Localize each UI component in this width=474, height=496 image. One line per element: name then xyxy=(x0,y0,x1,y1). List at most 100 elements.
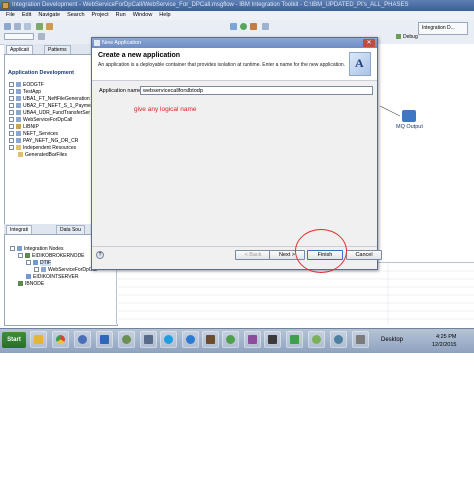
menu-navigate[interactable]: Navigate xyxy=(38,12,60,18)
tree-item[interactable]: UBA1_FT_NeftFileGeneration xyxy=(9,96,90,102)
tree-item[interactable]: EIDIKOBROKERNODE xyxy=(18,253,85,259)
tree-item[interactable]: PAY_NEFT_NG_DR_CR xyxy=(9,138,78,144)
tree-item[interactable]: EODGTF xyxy=(9,82,44,88)
app-icon xyxy=(16,117,21,123)
mq-output-node[interactable] xyxy=(402,110,416,122)
help-icon[interactable]: ? xyxy=(96,251,104,259)
mail-icon xyxy=(100,335,109,344)
expand-icon[interactable] xyxy=(9,96,14,102)
tree-item[interactable]: Integration Nodes xyxy=(10,246,63,252)
application-name-label: Application name xyxy=(99,88,142,94)
expand-icon[interactable] xyxy=(9,124,14,130)
toolbar-combo[interactable] xyxy=(4,33,34,40)
deploy-icon[interactable] xyxy=(230,23,237,30)
app-icon xyxy=(41,267,46,273)
expand-icon[interactable] xyxy=(9,145,14,151)
back-button[interactable]: < Back xyxy=(235,250,271,260)
sync-icon xyxy=(226,335,235,344)
new-icon[interactable] xyxy=(4,23,11,30)
tree-item[interactable]: TestApp xyxy=(9,89,41,95)
cancel-button[interactable]: Cancel xyxy=(346,250,382,260)
tree-item[interactable]: WebServiceForDpCall xyxy=(34,267,97,273)
print-icon[interactable] xyxy=(24,23,31,30)
dialog-title-bar[interactable]: New Application ✕ xyxy=(92,38,377,48)
tree-item[interactable]: EIDIKOINTSERVER xyxy=(26,274,78,280)
menu-window[interactable]: Window xyxy=(133,12,153,18)
tree-item-label: EODGTF xyxy=(23,82,44,88)
debug-icon[interactable] xyxy=(46,23,53,30)
annotation-circle xyxy=(295,229,347,273)
taskbar-winscp[interactable] xyxy=(118,331,135,348)
taskbar-media[interactable] xyxy=(74,331,91,348)
expand-icon[interactable] xyxy=(9,103,14,109)
tree-item[interactable]: DTIF xyxy=(26,260,52,266)
tree-item[interactable]: UBA4_UDR_FundTransferSer xyxy=(9,110,90,116)
tree-item[interactable]: UBA2_FT_NEFT_S_1_Payment xyxy=(9,103,95,109)
browser-icon xyxy=(186,335,195,344)
wizard-banner-icon: A xyxy=(349,52,371,76)
expand-icon[interactable] xyxy=(26,260,31,266)
expand-icon[interactable] xyxy=(9,131,14,137)
close-icon[interactable]: ✕ xyxy=(363,39,375,47)
menu-help[interactable]: Help xyxy=(159,12,170,18)
expand-icon[interactable] xyxy=(18,253,23,259)
taskbar-chat[interactable] xyxy=(308,331,325,348)
perspective-debug[interactable]: Debug xyxy=(396,33,436,42)
tree-item[interactable]: NEFT_Services xyxy=(9,131,58,137)
dialog-banner: Create a new application An application … xyxy=(92,48,377,81)
clock-date[interactable]: 12/2/2015 xyxy=(432,342,456,348)
tab-patterns[interactable]: Patterns xyxy=(44,45,71,54)
taskbar-outlook[interactable] xyxy=(96,331,113,348)
taskbar-toolkit[interactable] xyxy=(202,331,219,348)
taskbar-console[interactable] xyxy=(264,331,281,348)
taskbar-sync[interactable] xyxy=(222,331,239,348)
clock-time[interactable]: 4:25 PM xyxy=(436,334,456,340)
tree-item[interactable]: GeneratedBarFiles xyxy=(18,152,67,158)
menu-project[interactable]: Project xyxy=(92,12,109,18)
desktop-toolbar-label[interactable]: Desktop xyxy=(381,337,403,343)
play-icon[interactable] xyxy=(240,23,247,30)
start-button[interactable]: Start xyxy=(2,332,26,348)
taskbar-spreadsheet[interactable] xyxy=(286,331,303,348)
expand-icon[interactable] xyxy=(9,82,14,88)
run-icon[interactable] xyxy=(36,23,43,30)
app-icon xyxy=(16,89,21,95)
tree-item[interactable]: IBNODE xyxy=(18,281,44,287)
menu-file[interactable]: File xyxy=(6,12,15,18)
taskbar-edge[interactable] xyxy=(182,331,199,348)
taskbar-chrome[interactable] xyxy=(52,331,69,348)
tree-item-label: EIDIKOINTSERVER xyxy=(33,274,79,280)
expand-icon[interactable] xyxy=(10,246,15,252)
taskbar-photo[interactable] xyxy=(352,331,369,348)
broker-icon xyxy=(18,281,23,287)
expand-icon[interactable] xyxy=(9,110,14,116)
tab-application[interactable]: Applicati xyxy=(6,45,33,54)
taskbar-app[interactable] xyxy=(244,331,261,348)
layout-icon[interactable] xyxy=(38,33,45,40)
search-icon[interactable] xyxy=(262,23,269,30)
taskbar-putty[interactable] xyxy=(140,331,157,348)
menu-edit[interactable]: Edit xyxy=(22,12,31,18)
expand-icon[interactable] xyxy=(9,138,14,144)
tool-icon[interactable] xyxy=(250,23,257,30)
menu-run[interactable]: Run xyxy=(116,12,126,18)
expand-icon[interactable] xyxy=(9,89,14,95)
folder-icon xyxy=(34,335,43,344)
taskbar-network[interactable] xyxy=(330,331,347,348)
annotation-text: give any logical name xyxy=(134,106,197,113)
expand-icon[interactable] xyxy=(34,267,39,273)
menu-search[interactable]: Search xyxy=(67,12,84,18)
save-icon[interactable] xyxy=(14,23,21,30)
taskbar-skype[interactable] xyxy=(160,331,177,348)
application-name-input[interactable] xyxy=(140,86,373,95)
tree-item-label: WebServiceForDpCall xyxy=(23,117,73,123)
taskbar-explorer[interactable] xyxy=(30,331,47,348)
tree-item[interactable]: WebServiceForDpCall xyxy=(9,117,72,123)
tree-item[interactable]: LIBNIP xyxy=(9,124,39,130)
properties-view xyxy=(116,262,474,325)
tree-item[interactable]: Independent Resources xyxy=(9,145,76,151)
tree-item-label: Independent Resources xyxy=(23,145,77,151)
tab-data-source[interactable]: Data Sou xyxy=(56,225,85,234)
tab-integration[interactable]: Integrati xyxy=(6,225,33,234)
expand-icon[interactable] xyxy=(9,117,14,123)
